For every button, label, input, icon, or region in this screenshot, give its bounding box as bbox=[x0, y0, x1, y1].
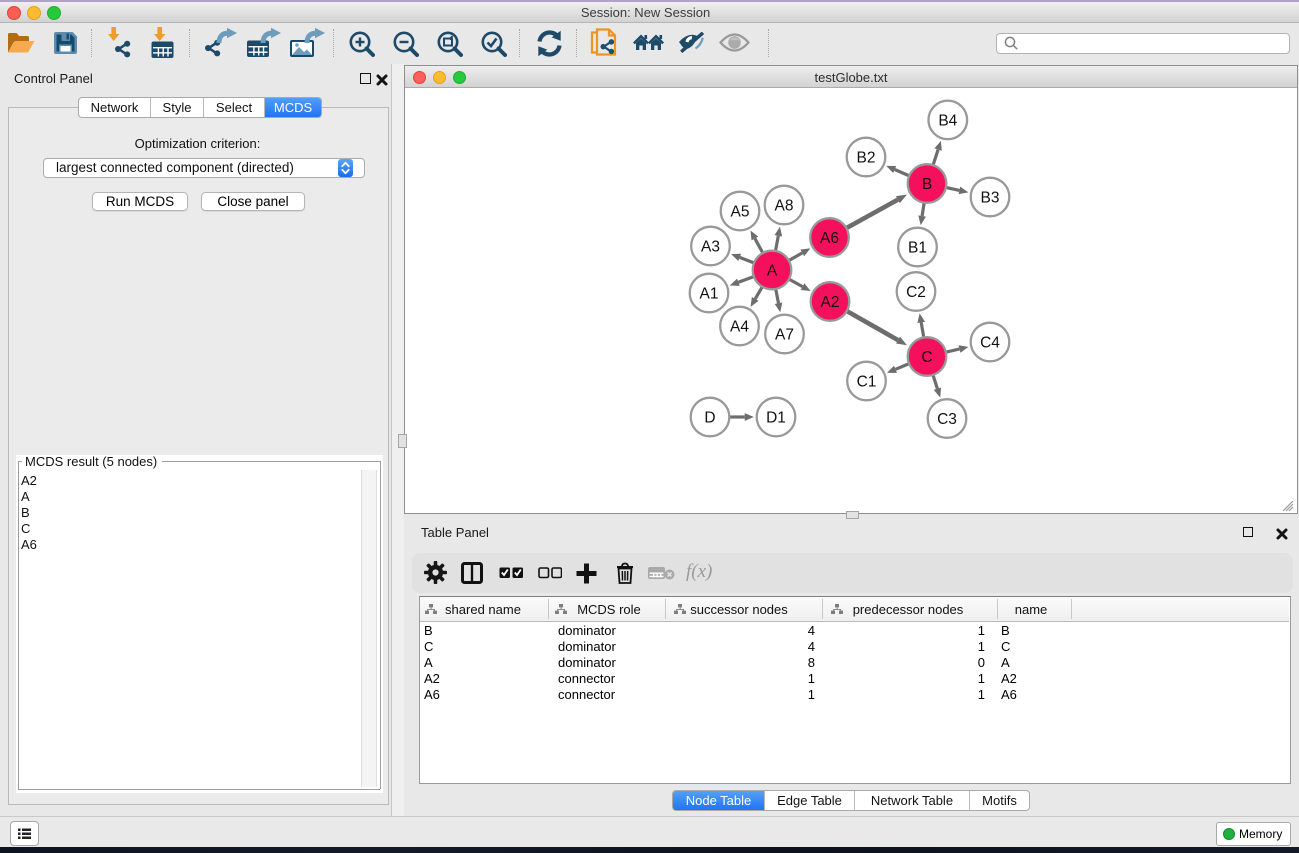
svg-text:A6: A6 bbox=[820, 230, 839, 247]
svg-text:B3: B3 bbox=[981, 190, 1000, 207]
svg-text:C: C bbox=[921, 349, 932, 366]
svg-text:A7: A7 bbox=[775, 327, 794, 344]
svg-text:A1: A1 bbox=[700, 286, 719, 303]
svg-text:B: B bbox=[922, 176, 932, 193]
svg-text:B4: B4 bbox=[938, 112, 957, 129]
svg-text:A5: A5 bbox=[731, 204, 750, 221]
svg-text:C1: C1 bbox=[857, 374, 877, 391]
svg-text:C3: C3 bbox=[937, 411, 957, 428]
svg-text:A3: A3 bbox=[701, 239, 720, 256]
svg-text:Memory: Memory bbox=[1239, 827, 1282, 841]
svg-text:D: D bbox=[704, 410, 715, 427]
svg-text:B2: B2 bbox=[857, 150, 876, 167]
svg-text:B1: B1 bbox=[908, 240, 927, 257]
svg-text:A2: A2 bbox=[821, 294, 840, 311]
svg-text:A8: A8 bbox=[775, 198, 794, 215]
svg-text:A: A bbox=[767, 263, 778, 280]
svg-text:C4: C4 bbox=[980, 335, 1000, 352]
svg-text:D1: D1 bbox=[766, 410, 786, 427]
svg-text:A4: A4 bbox=[730, 319, 749, 336]
svg-text:C2: C2 bbox=[906, 284, 926, 301]
